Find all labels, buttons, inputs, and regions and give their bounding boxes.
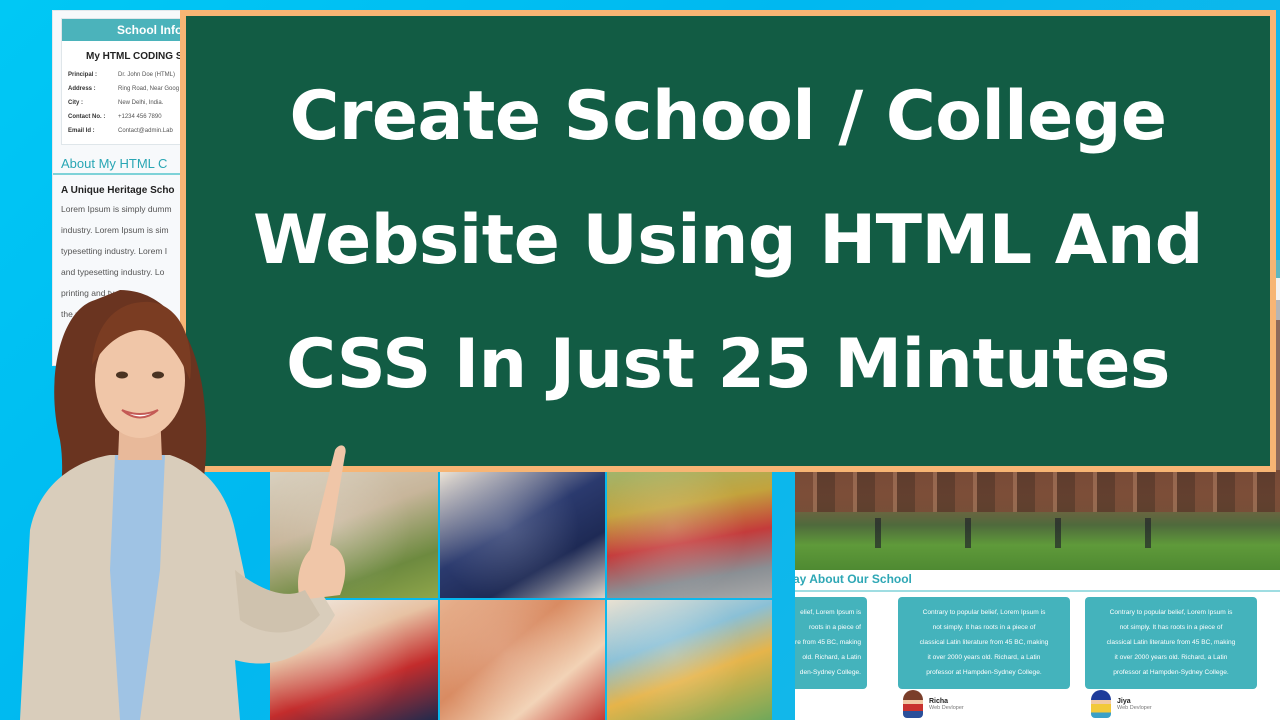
info-label: Address : [68, 86, 96, 92]
testimonials-divider [795, 590, 1280, 592]
testimonial-author: Jiya Web Devloper [1091, 690, 1152, 718]
author-role: Web Devloper [929, 704, 964, 711]
info-row-principal: Principal : Dr. John Doe (HTML) [62, 68, 192, 82]
testimonial-text: Contrary to popular belief, Lorem Ipsum … [1109, 609, 1233, 616]
testimonial-card: Contrary to popular belief, Lorem Ipsum … [898, 597, 1070, 689]
testimonial-text: elief, Lorem Ipsum is [800, 609, 861, 616]
testimonial-text: professor at Hampden-Sydney College. [926, 669, 1042, 676]
school-info-card: School Info My HTML CODING S Principal :… [61, 18, 193, 145]
testimonial-text: not simply. It has roots in a piece of [932, 624, 1036, 631]
testimonial-text: not simply. It has roots in a piece of [1119, 624, 1223, 631]
info-value: Contact@admin.Lab [118, 128, 173, 134]
school-info-header: School Info [62, 19, 192, 41]
info-value: +1234 456 7890 [118, 114, 162, 120]
info-value: Dr. John Doe (HTML) [118, 72, 176, 78]
testimonial-text: classical Latin literature from 45 BC, m… [1106, 639, 1236, 646]
info-value: Ring Road, Near Goog [118, 86, 180, 92]
info-label: City : [68, 100, 83, 106]
pointing-hand [298, 445, 346, 600]
eye-right [152, 371, 164, 379]
info-label: Contact No. : [68, 114, 106, 120]
info-row-city: City : New Delhi, India. [62, 96, 192, 110]
photo-child-drawing [440, 600, 605, 720]
info-label: Principal : [68, 72, 98, 78]
about-title: About My HTML C [53, 152, 201, 175]
eye-left [116, 371, 128, 379]
testimonial-text: it over 2000 years old. Richard, a Latin [1114, 654, 1228, 661]
testimonial-text: den-Sydney College. [799, 669, 861, 676]
about-text-line: industry. Lorem Ipsum is sim [61, 225, 169, 235]
author-role: Web Devloper [1117, 704, 1152, 711]
photo-kids-backpacks [607, 470, 772, 598]
testimonials-title: ay About Our School [795, 572, 912, 586]
info-row-email: Email Id : Contact@admin.Lab [62, 124, 192, 138]
testimonial-text: roots in a piece of [808, 624, 861, 631]
testimonial-card: elief, Lorem Ipsum is roots in a piece o… [795, 597, 867, 689]
testimonial-text: old. Richard, a Latin [802, 654, 861, 661]
avatar [1091, 690, 1111, 718]
about-text-line: typesetting industry. Lorem I [61, 246, 168, 256]
avatar [903, 690, 923, 718]
info-row-contact: Contact No. : +1234 456 7890 [62, 110, 192, 124]
headline-line-2: Website Using HTML And [253, 201, 1203, 280]
headline-line-1: Create School / College [289, 77, 1167, 156]
photo-students-class [440, 470, 605, 598]
campus-photo [795, 470, 1280, 570]
about-text-line: Lorem Ipsum is simply dumm [61, 204, 172, 214]
about-subtitle: A Unique Heritage Scho [61, 185, 175, 196]
info-label: Email Id : [68, 128, 95, 134]
testimonial-text: professor at Hampden-Sydney College. [1113, 669, 1229, 676]
testimonial-text: Contrary to popular belief, Lorem Ipsum … [922, 609, 1046, 616]
school-name: My HTML CODING S [86, 51, 183, 62]
testimonial-text: re from 45 BC, making [795, 639, 861, 646]
testimonial-text: it over 2000 years old. Richard, a Latin [927, 654, 1041, 661]
author-name: Jiya [1117, 697, 1131, 705]
testimonial-card: Contrary to popular belief, Lorem Ipsum … [1085, 597, 1257, 689]
info-value: New Delhi, India. [118, 100, 164, 106]
presenter-woman-illustration [20, 290, 346, 720]
headline-line-3: CSS In Just 25 Mintutes [286, 325, 1170, 404]
info-row-address: Address : Ring Road, Near Goog [62, 82, 192, 96]
photo-children-classroom [607, 600, 772, 720]
testimonial-author: Richa Web Devloper [903, 690, 964, 718]
testimonial-text: classical Latin literature from 45 BC, m… [919, 639, 1049, 646]
jacket-shape [20, 455, 335, 720]
author-name: Richa [929, 697, 949, 705]
